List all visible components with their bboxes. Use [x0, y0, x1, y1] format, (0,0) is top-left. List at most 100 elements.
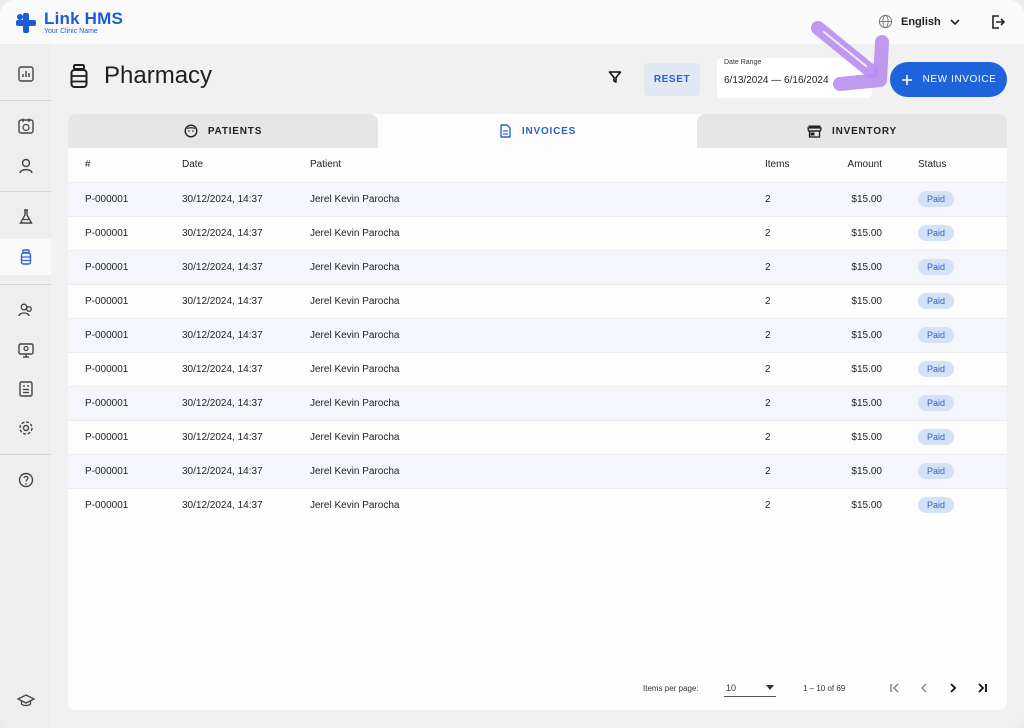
- status-badge: Paid: [918, 327, 955, 343]
- first-page-icon: [890, 683, 899, 693]
- cell-amount: $15.00: [838, 385, 918, 420]
- filter-icon: [608, 71, 622, 83]
- cell-patient: Jerel Kevin Parocha: [310, 487, 765, 522]
- cell-items: 2: [765, 351, 838, 386]
- sidebar-item-staff[interactable]: [0, 292, 51, 328]
- cell-date: 30/12/2024, 14:37: [182, 249, 310, 284]
- sidebar-item-learning[interactable]: [0, 682, 51, 718]
- reset-button[interactable]: RESET: [644, 63, 700, 96]
- sidebar-item-settings[interactable]: [0, 410, 51, 446]
- table-row[interactable]: P-000001 30/12/2024, 14:37 Jerel Kevin Par…: [68, 317, 1007, 352]
- pagination-range: 1 – 10 of 69: [803, 684, 846, 693]
- chevron-down-icon: [950, 18, 960, 25]
- sidebar-item-laboratory[interactable]: [0, 199, 51, 235]
- items-per-page-select[interactable]: 10: [724, 679, 776, 697]
- column-header-items[interactable]: Items: [765, 148, 838, 182]
- table-row[interactable]: P-000001 30/12/2024, 14:37 Jerel Kevin Par…: [68, 385, 1007, 420]
- cell-status: Paid: [918, 419, 1007, 454]
- table-row[interactable]: P-000001 30/12/2024, 14:37 Jerel Kevin Par…: [68, 453, 1007, 488]
- app-window: Link HMS Your Clinic Name English Pharma…: [0, 0, 1024, 728]
- status-badge: Paid: [918, 429, 955, 445]
- cell-status: Paid: [918, 351, 1007, 386]
- table-row[interactable]: P-000001 30/12/2024, 14:37 Jerel Kevin Par…: [68, 215, 1007, 250]
- table-row[interactable]: P-000001 30/12/2024, 14:37 Jerel Kevin Par…: [68, 283, 1007, 318]
- column-header-date[interactable]: Date: [182, 148, 310, 182]
- date-range-label: Date Range: [724, 59, 762, 66]
- cell-date: 30/12/2024, 14:37: [182, 283, 310, 318]
- tab-invoices[interactable]: INVOICES: [383, 114, 692, 148]
- sidebar-divider: [0, 100, 51, 101]
- last-page-icon: [978, 683, 987, 693]
- cell-status: Paid: [918, 181, 1007, 216]
- sidebar-item-help[interactable]: [0, 462, 51, 498]
- column-header-patient[interactable]: Patient: [310, 148, 765, 182]
- status-badge: Paid: [918, 497, 955, 514]
- column-header-id[interactable]: #: [68, 148, 182, 182]
- table-row[interactable]: P-000001 30/12/2024, 14:37 Jerel Kevin Par…: [68, 181, 1007, 216]
- status-badge: Paid: [918, 293, 955, 309]
- language-label: English: [901, 15, 941, 28]
- first-page-button[interactable]: [887, 680, 903, 696]
- cell-status: Paid: [918, 215, 1007, 250]
- table-row[interactable]: P-000001 30/12/2024, 14:37 Jerel Kevin Par…: [68, 419, 1007, 454]
- sidebar: [0, 44, 51, 728]
- tab-patients[interactable]: PATIENTS: [68, 114, 378, 148]
- sidebar-item-reports[interactable]: [0, 371, 51, 407]
- cell-patient: Jerel Kevin Parocha: [310, 419, 765, 454]
- tab-invoices-label: INVOICES: [521, 125, 577, 137]
- status-badge: Paid: [918, 395, 955, 411]
- cell-status: Paid: [918, 283, 1007, 318]
- cell-items: 2: [765, 419, 838, 454]
- invoices-card: PATIENTS INVOICES INVENTORY # Date Patie…: [68, 114, 1007, 710]
- cell-date: 30/12/2024, 14:37: [182, 453, 310, 488]
- status-badge: Paid: [918, 191, 955, 207]
- cell-date: 30/12/2024, 14:37: [182, 385, 310, 420]
- logout-icon: [992, 15, 1006, 29]
- lab-flask-icon: [18, 209, 33, 224]
- cell-patient: Jerel Kevin Parocha: [310, 249, 765, 284]
- cell-items: 2: [765, 317, 838, 352]
- dashboard-icon: [17, 66, 34, 82]
- app-name: Link HMS: [44, 9, 124, 28]
- person-icon: [18, 158, 33, 174]
- cell-invoice-id: P-000001: [68, 317, 182, 352]
- table-row[interactable]: P-000001 30/12/2024, 14:37 Jerel Kevin Par…: [68, 487, 1007, 522]
- new-invoice-label: NEW INVOICE: [922, 74, 997, 85]
- report-icon: [18, 381, 33, 397]
- cell-invoice-id: P-000001: [68, 419, 182, 454]
- logout-button[interactable]: [990, 14, 1006, 35]
- pharmacy-bottle-icon: [70, 64, 88, 88]
- filter-button[interactable]: [608, 70, 622, 89]
- plus-icon: [901, 74, 912, 85]
- sidebar-item-appointments[interactable]: [0, 108, 51, 144]
- tab-inventory[interactable]: INVENTORY: [697, 114, 1007, 148]
- column-header-status[interactable]: Status: [918, 148, 1007, 182]
- help-icon: [18, 472, 33, 488]
- invoices-table: # Date Patient Items Amount Status P-000…: [68, 148, 1007, 522]
- cell-date: 30/12/2024, 14:37: [182, 487, 310, 522]
- new-invoice-button[interactable]: NEW INVOICE: [890, 62, 1007, 97]
- previous-page-button[interactable]: [916, 680, 932, 696]
- last-page-button[interactable]: [974, 680, 990, 696]
- app-logo[interactable]: Link HMS Your Clinic Name: [16, 10, 123, 35]
- users-icon: [17, 303, 32, 317]
- pagination-bar: Items per page: 10 1 – 10 of 69: [68, 674, 1007, 704]
- cell-items: 2: [765, 215, 838, 250]
- next-page-button[interactable]: [945, 680, 961, 696]
- sidebar-item-pharmacy[interactable]: [0, 239, 51, 275]
- app-subtitle: Your Clinic Name: [44, 28, 98, 35]
- document-icon: [500, 124, 511, 138]
- table-row[interactable]: P-000001 30/12/2024, 14:37 Jerel Kevin Par…: [68, 351, 1007, 386]
- table-row[interactable]: P-000001 30/12/2024, 14:37 Jerel Kevin Par…: [68, 249, 1007, 284]
- sidebar-item-patients[interactable]: [0, 148, 51, 184]
- sidebar-item-dashboard[interactable]: [0, 56, 51, 92]
- cell-amount: $15.00: [838, 215, 918, 250]
- logo-cross-icon: [16, 13, 36, 33]
- chevron-right-icon: [950, 683, 957, 693]
- column-header-amount[interactable]: Amount: [838, 148, 918, 182]
- calendar-icon: [17, 118, 34, 134]
- cell-items: 2: [765, 487, 838, 522]
- cell-amount: $15.00: [838, 317, 918, 352]
- sidebar-item-monitor[interactable]: [0, 332, 51, 368]
- cell-status: Paid: [918, 249, 1007, 284]
